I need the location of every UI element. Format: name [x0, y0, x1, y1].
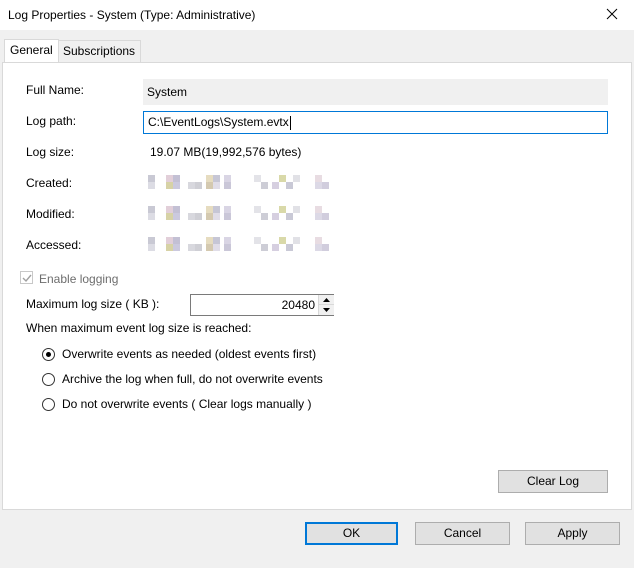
radio-button[interactable] [42, 373, 55, 386]
accessed-value-redacted [148, 237, 333, 251]
radio-selected-dot [46, 352, 51, 357]
full-name-value: System [147, 85, 188, 99]
log-size-label: Log size: [26, 145, 75, 159]
log-path-label: Log path: [26, 114, 77, 128]
enable-logging-label: Enable logging [39, 272, 119, 286]
text-caret [289, 115, 291, 130]
enable-logging-checkbox[interactable] [20, 271, 33, 284]
radio-button[interactable] [42, 348, 55, 361]
log-path-input[interactable]: C:\EventLogs\System.evtx [143, 111, 608, 134]
checkmark-icon [22, 274, 32, 283]
created-label: Created: [26, 176, 73, 190]
window-title: Log Properties - System (Type: Administr… [8, 8, 256, 22]
log-size-value: 19.07 MB(19,992,576 bytes) [150, 145, 302, 159]
tab-general[interactable]: General [4, 39, 59, 62]
stepper-down-button[interactable] [319, 305, 334, 315]
radio-label: Do not overwrite events ( Clear logs man… [62, 397, 312, 411]
radio-label: Archive the log when full, do not overwr… [62, 372, 323, 386]
apply-button[interactable]: Apply [525, 522, 620, 545]
max-size-value: 20480 [281, 298, 315, 312]
full-name-label: Full Name: [26, 83, 85, 97]
ok-button[interactable]: OK [305, 522, 398, 545]
when-max-label: When maximum event log size is reached: [26, 321, 252, 335]
max-size-stepper[interactable]: 20480 [190, 294, 334, 316]
cancel-button[interactable]: Cancel [415, 522, 510, 545]
accessed-label: Accessed: [26, 238, 82, 252]
arrow-down-icon [323, 308, 330, 312]
radio-button[interactable] [42, 398, 55, 411]
created-value-redacted [148, 175, 333, 189]
tab-strip: General Subscriptions [0, 39, 634, 62]
max-size-label: Maximum log size ( KB ): [26, 297, 160, 311]
title-bar: Log Properties - System (Type: Administr… [0, 0, 634, 30]
tab-subscriptions[interactable]: Subscriptions [57, 40, 142, 62]
radio-label: Overwrite events as needed (oldest event… [62, 347, 317, 361]
modified-label: Modified: [26, 207, 75, 221]
clear-log-button[interactable]: Clear Log [498, 470, 608, 493]
arrow-up-icon [323, 297, 330, 302]
modified-value-redacted [148, 206, 333, 220]
full-name-field: System [143, 79, 608, 105]
close-icon[interactable] [604, 6, 620, 22]
stepper-buttons [318, 295, 334, 315]
stepper-up-button[interactable] [319, 295, 334, 305]
log-path-value: C:\EventLogs\System.evtx [148, 115, 289, 129]
